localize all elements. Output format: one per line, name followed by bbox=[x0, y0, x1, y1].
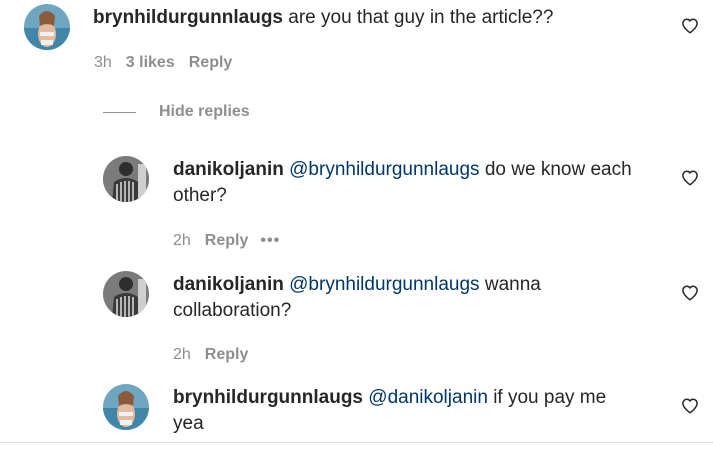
heart-outline-icon bbox=[682, 285, 698, 301]
mention-link[interactable]: @brynhildurgunnlaugs bbox=[289, 274, 479, 295]
like-button[interactable] bbox=[681, 169, 699, 187]
reply-body-continued: yea bbox=[173, 413, 204, 434]
reply-username[interactable]: brynhildurgunnlaugs bbox=[173, 387, 363, 408]
reply-button[interactable]: Reply bbox=[205, 232, 249, 249]
like-button[interactable] bbox=[681, 397, 699, 415]
reply-body-continued: collaboration? bbox=[173, 300, 292, 321]
reply-comment: danikoljanin @brynhildurgunnlaugs do we … bbox=[0, 150, 713, 260]
reply-body: if you pay me bbox=[493, 387, 607, 408]
reply-text: brynhildurgunnlaugs @danikoljanin if you… bbox=[173, 385, 663, 437]
avatar-photo-beach-icon bbox=[24, 4, 70, 50]
avatar-photo-man-icon bbox=[103, 156, 149, 202]
comment-username[interactable]: brynhildurgunnlaugs bbox=[93, 7, 283, 28]
reply-button[interactable]: Reply bbox=[189, 54, 233, 71]
comment-body: are you that guy in the article?? bbox=[288, 7, 554, 28]
mention-link[interactable]: @brynhildurgunnlaugs bbox=[289, 159, 479, 180]
reply-username[interactable]: danikoljanin bbox=[173, 274, 284, 295]
avatar[interactable] bbox=[103, 156, 149, 202]
hide-replies-label: Hide replies bbox=[159, 103, 250, 120]
divider-line bbox=[103, 112, 136, 113]
reply-username[interactable]: danikoljanin bbox=[173, 159, 284, 180]
reply-text: danikoljanin @brynhildurgunnlaugs wanna … bbox=[173, 272, 663, 324]
comment-meta: 3h 3 likes Reply bbox=[94, 53, 232, 73]
reply-time: 2h bbox=[173, 232, 191, 249]
divider bbox=[0, 442, 713, 443]
reply-button[interactable]: Reply bbox=[205, 346, 249, 363]
comment-time: 3h bbox=[94, 54, 112, 71]
reply-meta: 2h Reply bbox=[173, 345, 248, 365]
more-options-icon[interactable]: ••• bbox=[260, 232, 280, 249]
comment: brynhildurgunnlaugs are you that guy in … bbox=[0, 0, 713, 90]
reply-body: do we know each bbox=[484, 159, 632, 180]
like-button[interactable] bbox=[681, 284, 699, 302]
heart-outline-icon bbox=[682, 170, 698, 186]
reply-meta: 2h Reply ••• bbox=[173, 231, 280, 251]
avatar-photo-man-icon bbox=[103, 271, 149, 317]
heart-outline-icon bbox=[682, 398, 698, 414]
likes-count[interactable]: 3 likes bbox=[126, 54, 175, 71]
like-button[interactable] bbox=[681, 17, 699, 35]
mention-link[interactable]: @danikoljanin bbox=[368, 387, 488, 408]
reply-body-continued: other? bbox=[173, 185, 227, 206]
avatar[interactable] bbox=[103, 271, 149, 317]
heart-outline-icon bbox=[682, 18, 698, 34]
avatar[interactable] bbox=[24, 4, 70, 50]
reply-body: wanna bbox=[484, 274, 541, 295]
reply-comment: danikoljanin @brynhildurgunnlaugs wanna … bbox=[0, 265, 713, 375]
avatar-photo-beach-icon bbox=[103, 384, 149, 430]
reply-time: 2h bbox=[173, 346, 191, 363]
comment-text: brynhildurgunnlaugs are you that guy in … bbox=[93, 5, 663, 31]
reply-comment: brynhildurgunnlaugs @danikoljanin if you… bbox=[0, 380, 713, 442]
reply-text: danikoljanin @brynhildurgunnlaugs do we … bbox=[173, 157, 663, 209]
avatar[interactable] bbox=[103, 384, 149, 430]
